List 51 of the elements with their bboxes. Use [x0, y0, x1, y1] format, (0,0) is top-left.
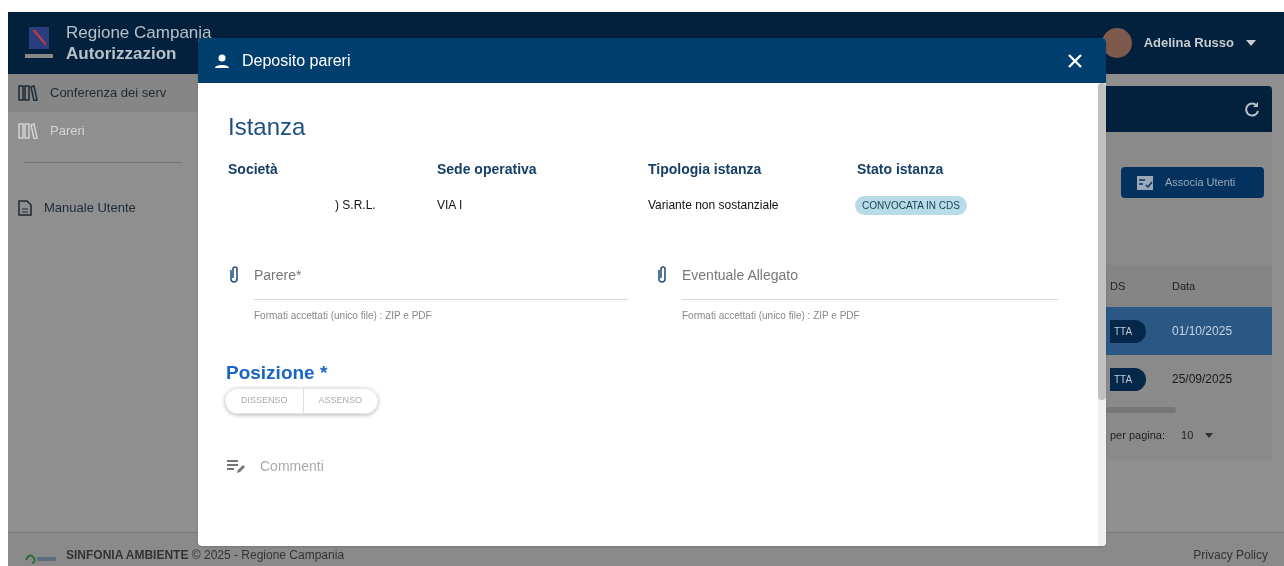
table-cell-text: 25/09/2025 [1172, 371, 1233, 388]
file-upload-field[interactable]: Parere* [254, 263, 628, 300]
document-icon [18, 200, 32, 216]
position-label: Posizione * [226, 361, 329, 385]
table-cell-text: 01/10/2025 [1172, 323, 1233, 340]
user-icon [214, 52, 230, 69]
books-icon [18, 85, 38, 101]
user-name[interactable]: Adelina Russo [1143, 33, 1234, 53]
status-badge: CONVOCATA IN CDS [855, 196, 967, 215]
toggle-option[interactable]: ASSENSO [302, 388, 378, 413]
comments-field[interactable]: Commenti [226, 455, 1068, 477]
toggle-option[interactable]: DISSENSO [226, 388, 303, 413]
column-header: Data [1172, 278, 1196, 294]
footer-copyright: SINFONIA AMBIENTE © 2025 - Regione Campania [66, 547, 345, 564]
section-title: Istanza [228, 112, 307, 142]
field-value: VIA I [437, 197, 463, 214]
scrollbar [1106, 407, 1176, 413]
field-value: Variante non sostanziale [648, 197, 779, 214]
hint-text: Formati accettati (unico file) : ZIP e PDF [682, 309, 861, 323]
caret-icon [1205, 432, 1214, 438]
field-value: ) S.R.L. [334, 197, 376, 214]
field-label: Sede operativa [437, 160, 537, 179]
field-label: Società [228, 160, 278, 179]
checklist-icon [1137, 175, 1153, 190]
refresh-icon[interactable] [1244, 101, 1260, 117]
sinfonia-logo-icon [24, 552, 58, 564]
sidebar-item[interactable]: Conferenza dei serv [8, 74, 198, 112]
column-header: DS [1109, 278, 1127, 294]
field-label: Stato istanza [857, 160, 944, 179]
books-icon [18, 123, 38, 139]
field-label: Tipologia istanza [648, 160, 762, 179]
app-subtitle: Autorizzazion [66, 43, 178, 65]
comment-edit-icon [226, 458, 246, 474]
rows-per-page-select[interactable]: 10 [1181, 427, 1214, 444]
caret-icon[interactable] [1246, 40, 1256, 46]
table-row[interactable]: TTA 25/09/2025 [1022, 355, 1272, 403]
rows-per-page-label: per pagina: [1110, 428, 1166, 443]
associate-users-button[interactable]: Associa Utenti [1121, 167, 1264, 198]
region-logo-icon [24, 25, 54, 61]
app-title: Regione Campania [66, 21, 212, 43]
hint-text: Formati accettati (unico file) : ZIP e PDF [254, 309, 433, 323]
paperclip-icon [228, 265, 240, 285]
privacy-policy-link[interactable]: Privacy Policy [1193, 546, 1268, 564]
close-icon[interactable] [1068, 53, 1082, 68]
status-badge: TTA [1110, 319, 1147, 343]
sidebar-item[interactable]: Manuale Utente [8, 189, 198, 227]
scrollbar-thumb[interactable] [1098, 83, 1106, 400]
dialog-title: Deposito pareri [242, 50, 351, 71]
status-badge: TTA [1110, 367, 1147, 391]
paperclip-icon [656, 265, 668, 285]
file-upload-field[interactable]: Eventuale Allegato [682, 263, 1058, 300]
